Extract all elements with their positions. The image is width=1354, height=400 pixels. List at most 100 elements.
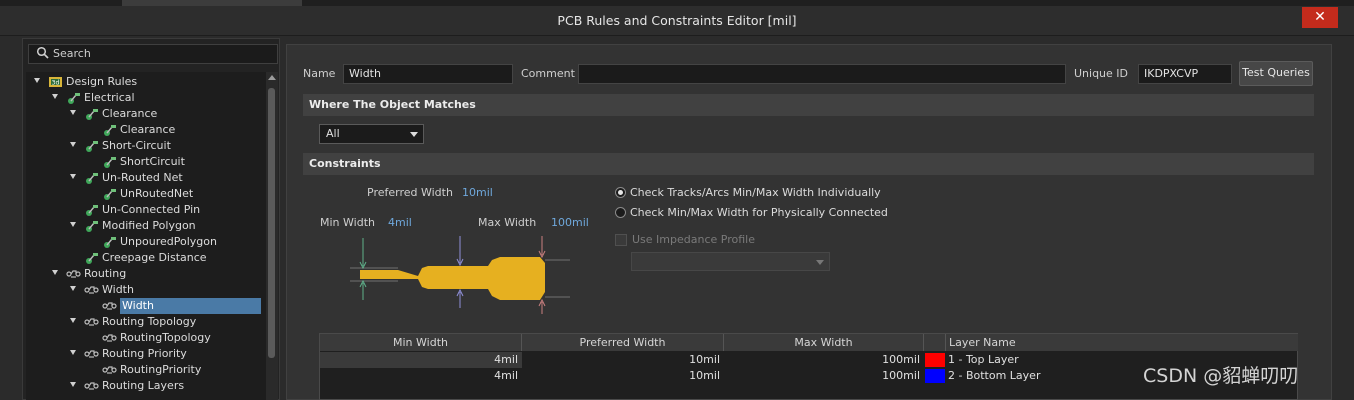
- tree-item-label: Routing: [84, 267, 127, 280]
- tree-item-routingpriority[interactable]: RoutingPriority: [26, 362, 268, 378]
- tree-item-unroutednet[interactable]: UnRoutedNet: [26, 186, 268, 202]
- track-width-diagram: [350, 236, 570, 314]
- routing-icon: [66, 270, 81, 278]
- close-icon: ✕: [1314, 9, 1326, 25]
- window-title: PCB Rules and Constraints Editor [mil]: [557, 13, 797, 28]
- expand-arrow-icon[interactable]: [70, 174, 76, 179]
- close-button[interactable]: ✕: [1302, 7, 1338, 28]
- tree-item-un-connected-pin[interactable]: Un-Connected Pin: [26, 202, 268, 218]
- routing-icon: [84, 350, 99, 358]
- tree-item-electrical[interactable]: Electrical: [26, 90, 268, 106]
- column-header-min-width[interactable]: Min Width: [320, 334, 522, 351]
- tree-item-width[interactable]: Width: [26, 298, 268, 314]
- expand-arrow-icon[interactable]: [34, 78, 40, 83]
- tree-item-short-circuit[interactable]: Short-Circuit: [26, 138, 268, 154]
- row2-layer-color-swatch: [925, 369, 945, 383]
- name-input[interactable]: Width: [343, 64, 513, 84]
- tree-item-width[interactable]: Width: [26, 282, 268, 298]
- scroll-up-icon[interactable]: [268, 75, 276, 80]
- tree-item-routing-topology[interactable]: Routing Topology: [26, 314, 268, 330]
- test-queries-button[interactable]: Test Queries: [1239, 61, 1313, 86]
- column-header-layer-name[interactable]: Layer Name: [946, 334, 1298, 351]
- check-individually-radio[interactable]: [615, 187, 626, 198]
- tree-item-label: RoutingPriority: [120, 363, 202, 376]
- row2-preferred-width[interactable]: 10mil: [522, 368, 724, 384]
- unique-id-input[interactable]: IKDPXCVP: [1138, 64, 1232, 84]
- rule-icon: [104, 237, 116, 248]
- comment-label: Comment: [521, 67, 575, 80]
- row1-min-width[interactable]: 4mil: [320, 352, 522, 368]
- constraints-header: Constraints: [303, 153, 1314, 175]
- column-header-max-width[interactable]: Max Width: [724, 334, 924, 351]
- column-header-preferred-width[interactable]: Preferred Width: [522, 334, 724, 351]
- expand-arrow-icon[interactable]: [70, 286, 76, 291]
- min-width-value[interactable]: 4mil: [388, 215, 412, 231]
- routing-icon: [102, 334, 117, 342]
- routing-icon: [84, 286, 99, 294]
- row1-max-width[interactable]: 100mil: [724, 352, 924, 368]
- preferred-width-value[interactable]: 10mil: [462, 185, 493, 201]
- impedance-profile-dropdown[interactable]: [631, 252, 830, 271]
- comment-input[interactable]: [578, 64, 1066, 84]
- tree-item-routing-priority[interactable]: Routing Priority: [26, 346, 268, 362]
- row2-min-width[interactable]: 4mil: [320, 368, 522, 384]
- tree-item-label: Clearance: [102, 107, 158, 120]
- expand-arrow-icon[interactable]: [70, 110, 76, 115]
- max-width-value[interactable]: 100mil: [551, 215, 589, 231]
- expand-arrow-icon[interactable]: [52, 270, 58, 275]
- check-connected-radio[interactable]: [615, 207, 626, 218]
- tree-item-label: UnpouredPolygon: [120, 235, 217, 248]
- routing-icon: [102, 302, 117, 310]
- preferred-width-label: Preferred Width: [367, 186, 453, 199]
- rule-icon: [104, 157, 116, 168]
- rules-tree: 3d Design Rules Electrical Clearance Clearan…: [26, 72, 268, 400]
- column-header-color[interactable]: [924, 334, 946, 351]
- tree-item-label: Routing Topology: [102, 315, 197, 328]
- row1-preferred-width[interactable]: 10mil: [522, 352, 724, 368]
- match-scope-value: All: [326, 127, 340, 140]
- tree-item-routing[interactable]: Routing: [26, 266, 268, 282]
- tree-item-clearance[interactable]: Clearance: [26, 106, 268, 122]
- tree-item-shortcircuit[interactable]: ShortCircuit: [26, 154, 268, 170]
- match-scope-dropdown[interactable]: All: [319, 124, 424, 144]
- svg-text:3d: 3d: [52, 80, 60, 87]
- use-impedance-checkbox[interactable]: [615, 234, 627, 246]
- chevron-down-icon: [816, 260, 824, 265]
- check-connected-label[interactable]: Check Min/Max Width for Physically Conne…: [630, 205, 888, 221]
- tree-item-design-rules[interactable]: 3d Design Rules: [26, 74, 268, 90]
- track-shape: [360, 257, 545, 300]
- rule-category-icon: [86, 205, 98, 216]
- check-individually-label[interactable]: Check Tracks/Arcs Min/Max Width Individu…: [630, 185, 881, 201]
- tree-item-label: Clearance: [120, 123, 176, 136]
- tree-item-label: Un-Routed Net: [102, 171, 183, 184]
- tree-item-clearance[interactable]: Clearance: [26, 122, 268, 138]
- rule-category-icon: [68, 93, 80, 104]
- tree-scrollbar[interactable]: [266, 72, 278, 400]
- tree-item-creepage-distance[interactable]: Creepage Distance: [26, 250, 268, 266]
- expand-arrow-icon[interactable]: [52, 94, 58, 99]
- expand-arrow-icon[interactable]: [70, 222, 76, 227]
- row2-max-width[interactable]: 100mil: [724, 368, 924, 384]
- tree-item-un-routed-net[interactable]: Un-Routed Net: [26, 170, 268, 186]
- tree-item-routingtopology[interactable]: RoutingTopology: [26, 330, 268, 346]
- expand-arrow-icon[interactable]: [70, 350, 76, 355]
- min-width-label: Min Width: [320, 216, 375, 229]
- expand-arrow-icon[interactable]: [70, 142, 76, 147]
- watermark: CSDN @貂蝉叨叨: [1143, 365, 1299, 387]
- tree-item-unpouredpolygon[interactable]: UnpouredPolygon: [26, 234, 268, 250]
- unique-id-label: Unique ID: [1074, 67, 1129, 80]
- chevron-down-icon: [410, 132, 418, 137]
- routing-icon: [84, 318, 99, 326]
- expand-arrow-icon[interactable]: [70, 382, 76, 387]
- tree-item-label: ShortCircuit: [120, 155, 185, 168]
- scrollbar-thumb[interactable]: [268, 88, 275, 358]
- tree-item-label: Width: [120, 298, 261, 314]
- tree-item-modified-polygon[interactable]: Modified Polygon: [26, 218, 268, 234]
- tree-item-label: Creepage Distance: [102, 251, 207, 264]
- tree-item-label: Routing Layers: [102, 379, 185, 392]
- tree-item-label: RoutingTopology: [120, 331, 211, 344]
- tree-item-routing-layers[interactable]: Routing Layers: [26, 378, 268, 394]
- tree-item-label: UnRoutedNet: [120, 187, 194, 200]
- expand-arrow-icon[interactable]: [70, 318, 76, 323]
- use-impedance-label: Use Impedance Profile: [632, 233, 755, 246]
